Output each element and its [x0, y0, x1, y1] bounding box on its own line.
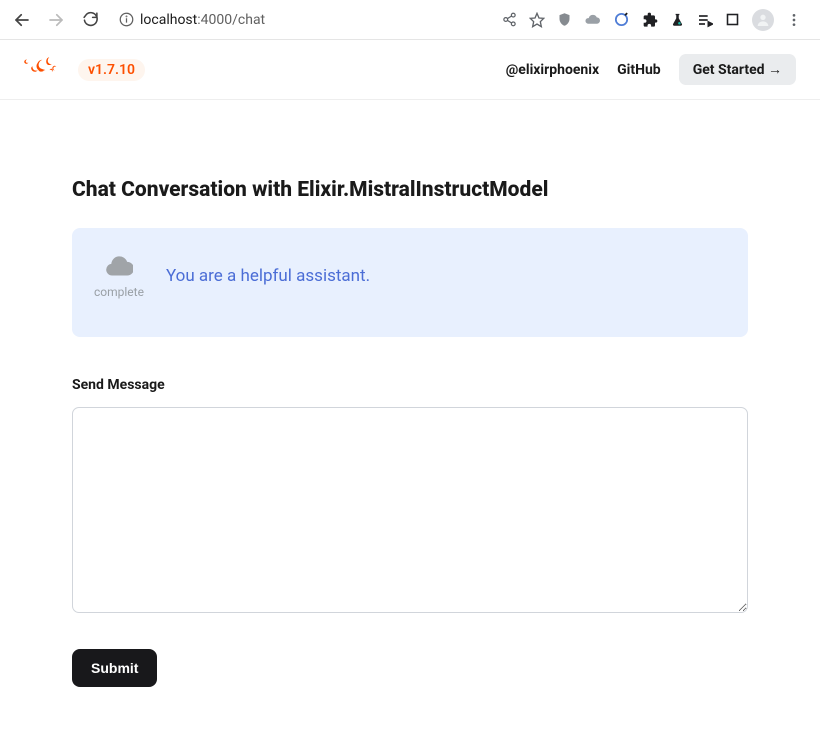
site-nav: @elixirphoenix GitHub Get Started → — [506, 54, 796, 85]
shield-extension-icon[interactable] — [557, 12, 572, 27]
site-header-left: v1.7.10 — [24, 56, 145, 84]
url-host: localhost — [140, 12, 197, 28]
form-label: Send Message — [72, 377, 748, 393]
extensions-icon[interactable] — [642, 12, 658, 28]
arrow-left-icon — [13, 11, 31, 29]
share-icon[interactable] — [502, 12, 517, 27]
site-header: v1.7.10 @elixirphoenix GitHub Get Starte… — [0, 40, 820, 100]
circle-extension-icon[interactable] — [613, 11, 630, 28]
status-label: complete — [94, 285, 144, 299]
url-text: localhost:4000/chat — [140, 12, 265, 28]
reload-button[interactable] — [78, 8, 102, 32]
playlist-icon[interactable] — [697, 12, 713, 28]
square-icon[interactable] — [725, 12, 740, 27]
bookmark-star-icon[interactable] — [529, 12, 545, 28]
address-bar[interactable]: localhost:4000/chat — [118, 12, 492, 28]
back-button[interactable] — [10, 8, 34, 32]
chat-message: complete You are a helpful assistant. — [72, 228, 748, 337]
browser-toolbar: localhost:4000/chat — [0, 0, 820, 40]
github-link[interactable]: GitHub — [617, 62, 661, 78]
kebab-menu-icon[interactable] — [786, 12, 802, 28]
phoenix-logo[interactable] — [24, 56, 60, 84]
chat-avatar-column: complete — [94, 254, 144, 299]
submit-button[interactable]: Submit — [72, 649, 157, 687]
cloud-icon — [105, 254, 133, 280]
flask-extension-icon[interactable] — [670, 12, 685, 27]
page-title: Chat Conversation with Elixir.MistralIns… — [72, 178, 748, 202]
site-info-icon[interactable] — [118, 12, 134, 28]
info-icon — [119, 12, 134, 27]
twitter-link[interactable]: @elixirphoenix — [506, 62, 599, 78]
arrow-right-icon — [47, 11, 65, 29]
message-input[interactable] — [72, 407, 748, 613]
reload-icon — [82, 11, 99, 28]
chat-message-text: You are a helpful assistant. — [166, 254, 370, 286]
version-badge: v1.7.10 — [78, 59, 145, 81]
forward-button[interactable] — [44, 8, 68, 32]
get-started-button[interactable]: Get Started → — [679, 54, 796, 85]
toolbar-extensions — [502, 9, 802, 31]
main-content: Chat Conversation with Elixir.MistralIns… — [40, 100, 780, 719]
cloud-extension-icon[interactable] — [584, 11, 601, 28]
person-icon — [755, 12, 771, 28]
profile-avatar[interactable] — [752, 9, 774, 31]
phoenix-icon — [24, 56, 60, 80]
